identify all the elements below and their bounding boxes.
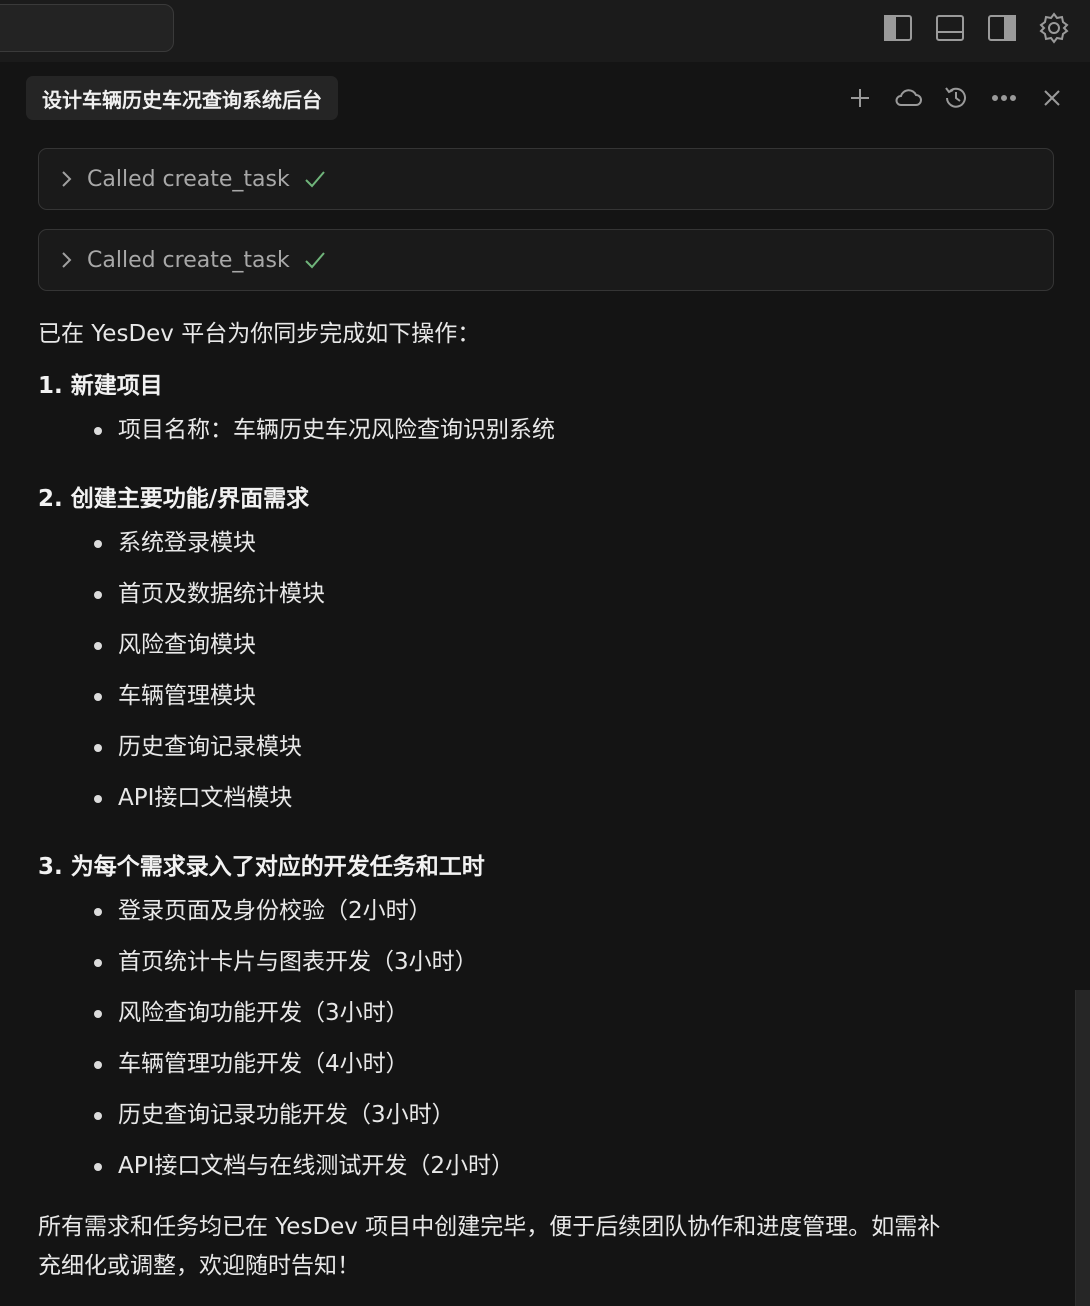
tool-call-label: Called create_task [87, 166, 290, 192]
list-item: 历史查询记录功能开发（3小时） [38, 1098, 1054, 1149]
top-bar [0, 0, 1090, 62]
chevron-right-icon [59, 250, 73, 270]
tool-call-label: Called create_task [87, 247, 290, 273]
scrollbar[interactable] [1075, 990, 1090, 1306]
list-item: 历史查询记录模块 [38, 730, 1054, 781]
section-heading: 3. 为每个需求录入了对应的开发任务和工时 [38, 854, 485, 880]
section-heading: 1. 新建项目 [38, 373, 163, 399]
list-item: 系统登录模块 [38, 526, 1054, 577]
tool-call-collapsible[interactable]: Called create_task [38, 148, 1054, 210]
cloud-icon[interactable] [894, 80, 922, 116]
tool-call-collapsible[interactable]: Called create_task [38, 229, 1054, 291]
list-item: 项目名称：车辆历史车况风险查询识别系统 [38, 413, 1054, 464]
toggle-right-sidebar-icon[interactable] [986, 10, 1018, 46]
list-item: API接口文档模块 [38, 781, 1054, 832]
list-item: 风险查询功能开发（3小时） [38, 996, 1054, 1047]
more-icon[interactable] [990, 80, 1018, 116]
list-item: 车辆管理模块 [38, 679, 1054, 730]
tab-title[interactable]: 设计车辆历史车况查询系统后台 [26, 76, 338, 120]
chat-panel: 设计车辆历史车况查询系统后台 Called create_task Called… [14, 62, 1076, 1306]
checkmark-icon [304, 250, 326, 270]
section-heading: 2. 创建主要功能/界面需求 [38, 486, 310, 512]
summary-text: 所有需求和任务均已在 YesDev 项目中创建完毕，便于后续团队协作和进度管理。… [38, 1208, 1054, 1286]
close-icon[interactable] [1038, 80, 1066, 116]
section-list: 项目名称：车辆历史车况风险查询识别系统 [38, 413, 1054, 464]
summary-line: 所有需求和任务均已在 YesDev 项目中创建完毕，便于后续团队协作和进度管理。… [38, 1214, 941, 1240]
top-search-box[interactable] [0, 4, 174, 52]
history-icon[interactable] [942, 80, 970, 116]
checkmark-icon [304, 169, 326, 189]
intro-text: 已在 YesDev 平台为你同步完成如下操作： [38, 321, 481, 347]
list-item: 车辆管理功能开发（4小时） [38, 1047, 1054, 1098]
toggle-bottom-panel-icon[interactable] [934, 10, 966, 46]
tab-bar: 设计车辆历史车况查询系统后台 [14, 62, 1076, 136]
section-list: 登录页面及身份校验（2小时） 首页统计卡片与图表开发（3小时） 风险查询功能开发… [38, 894, 1054, 1200]
list-item: 首页统计卡片与图表开发（3小时） [38, 945, 1054, 996]
chevron-right-icon [59, 169, 73, 189]
plus-icon[interactable] [846, 80, 874, 116]
list-item: API接口文档与在线测试开发（2小时） [38, 1149, 1054, 1200]
list-item: 首页及数据统计模块 [38, 577, 1054, 628]
message-content: Called create_task Called create_task 已在… [38, 148, 1054, 1286]
list-item: 登录页面及身份校验（2小时） [38, 894, 1054, 945]
gear-icon[interactable] [1038, 10, 1070, 46]
list-item: 风险查询模块 [38, 628, 1054, 679]
toggle-left-sidebar-icon[interactable] [882, 10, 914, 46]
section-list: 系统登录模块 首页及数据统计模块 风险查询模块 车辆管理模块 历史查询记录模块 … [38, 526, 1054, 832]
summary-line: 充细化或调整，欢迎随时告知！ [38, 1253, 360, 1279]
